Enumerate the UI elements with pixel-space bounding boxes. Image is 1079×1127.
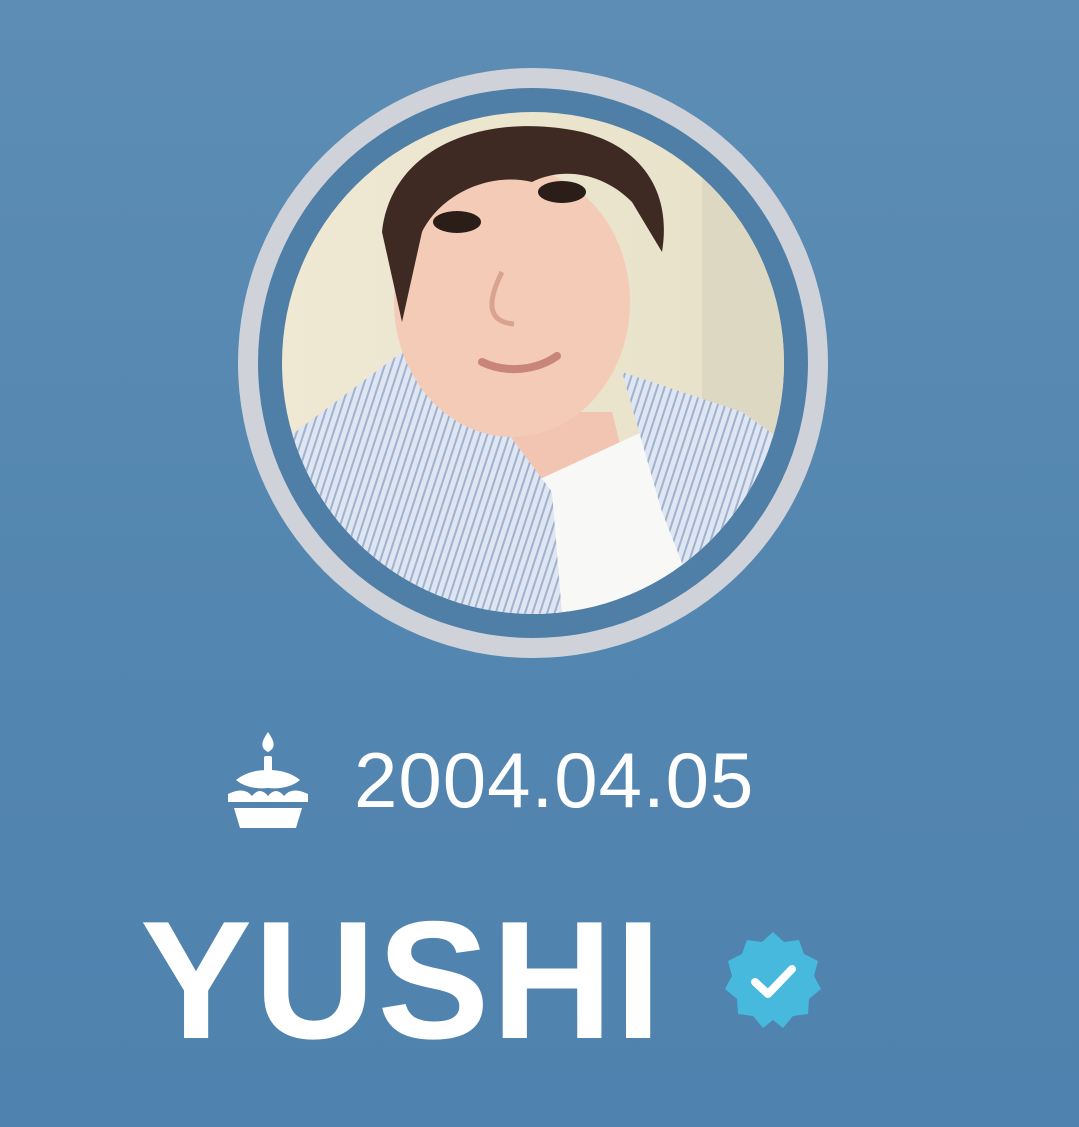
- birthday-row: 2004.04.05: [224, 730, 754, 830]
- profile-name: YUSHI: [140, 886, 664, 1074]
- birthday-date: 2004.04.05: [354, 736, 755, 824]
- verified-badge-icon[interactable]: [721, 928, 825, 1032]
- profile-avatar[interactable]: [282, 112, 784, 614]
- profile-screen: 2004.04.05 YUSHI: [0, 0, 1079, 1127]
- avatar-inner-ring: [258, 88, 808, 638]
- avatar-ring: [238, 68, 828, 658]
- name-row: YUSHI: [140, 895, 825, 1065]
- birthday-cake-icon: [228, 732, 308, 828]
- profile-photo: [282, 112, 784, 614]
